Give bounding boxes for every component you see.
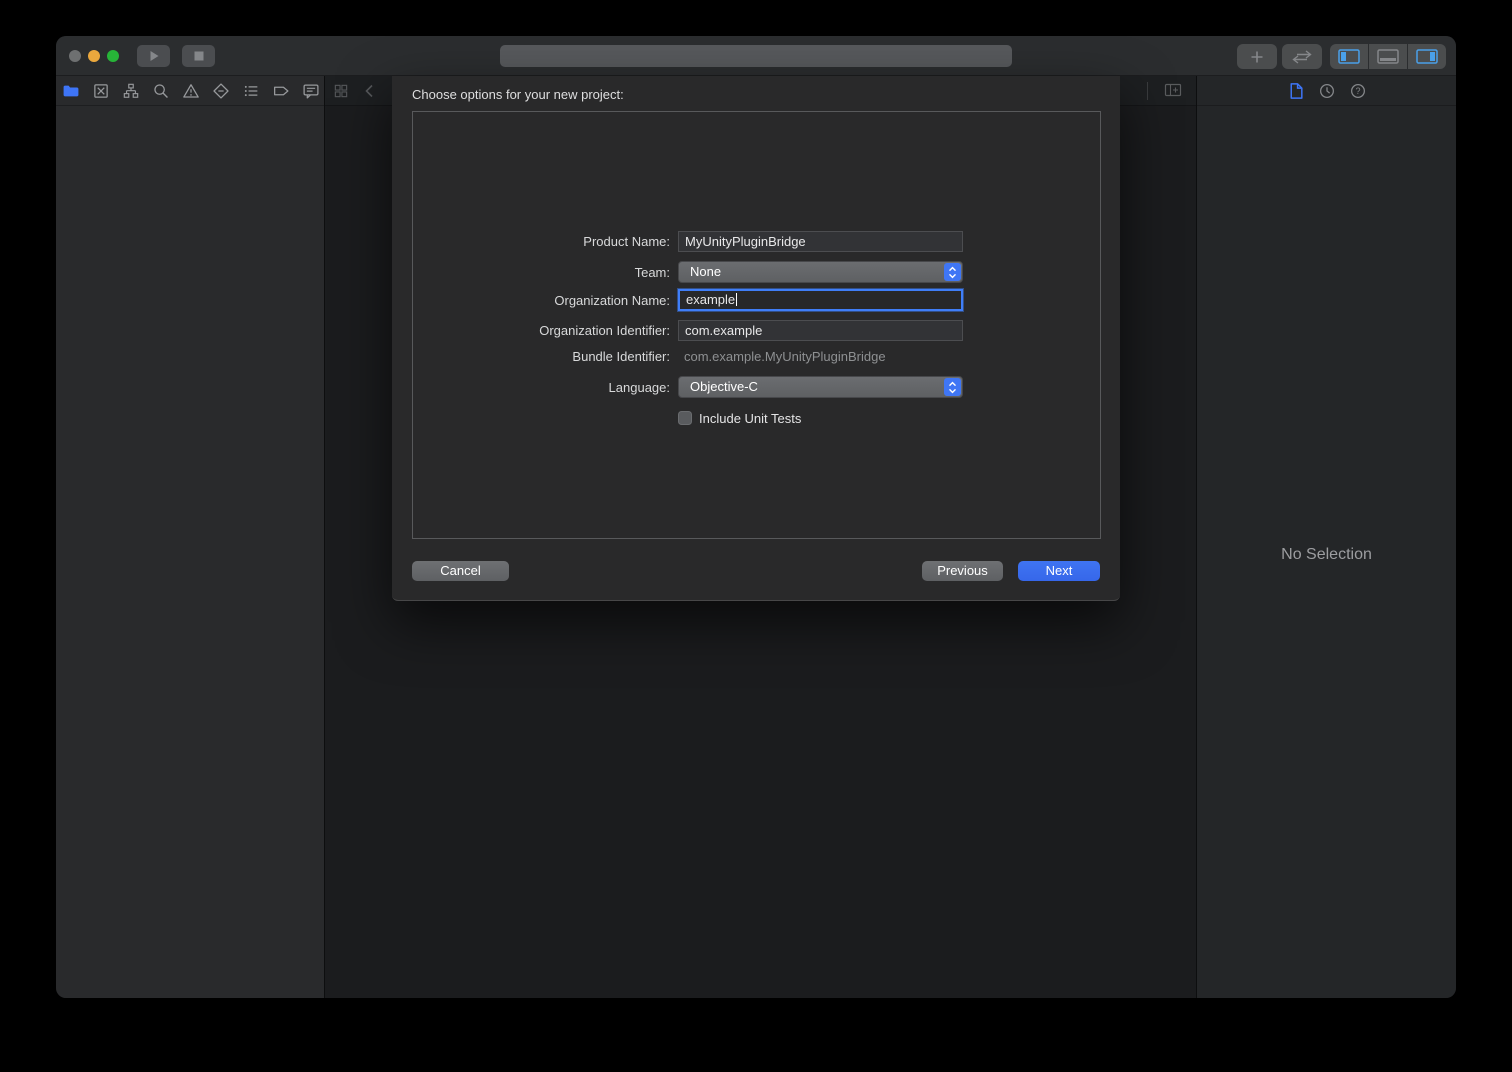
xcode-window: ? No Selection Choose options for your n… (56, 36, 1456, 998)
toggle-left-panel-icon (1338, 49, 1360, 64)
toggle-debug-panel-button[interactable] (1369, 44, 1407, 69)
run-button[interactable] (137, 45, 170, 67)
organization-identifier-field[interactable]: com.example (678, 320, 963, 341)
svg-text:?: ? (1355, 86, 1360, 96)
show-editor-button[interactable] (1282, 44, 1322, 69)
tab-symbol-navigator[interactable] (122, 82, 140, 100)
close-window-button[interactable] (69, 50, 81, 62)
related-items-grid-icon[interactable] (333, 83, 349, 99)
team-dropdown[interactable]: None (678, 261, 963, 283)
product-name-label: Product Name: (392, 234, 670, 249)
toggle-navigator-panel-button[interactable] (1330, 44, 1368, 69)
dropdown-stepper-icon (944, 378, 961, 396)
cancel-button[interactable]: Cancel (412, 561, 509, 581)
source-control-navigator-icon (92, 82, 110, 100)
language-dropdown[interactable]: Objective-C (678, 376, 963, 398)
organization-name-value: example (686, 292, 735, 307)
zoom-window-button[interactable] (107, 50, 119, 62)
run-play-icon (147, 49, 161, 63)
tab-debug-navigator[interactable] (242, 82, 260, 100)
window-titlebar (56, 36, 1456, 76)
tab-find-navigator[interactable] (152, 82, 170, 100)
next-button[interactable]: Next (1018, 561, 1100, 581)
history-inspector-icon[interactable] (1318, 82, 1336, 100)
tab-source-control-navigator[interactable] (92, 82, 110, 100)
inspector-tab-bar: ? (1197, 76, 1456, 106)
minimize-window-button[interactable] (88, 50, 100, 62)
main-area: ? No Selection Choose options for your n… (56, 76, 1456, 998)
tab-report-navigator[interactable] (302, 82, 320, 100)
report-navigator-icon (302, 82, 320, 100)
stop-square-icon (193, 50, 205, 62)
organization-name-field[interactable]: example (678, 289, 963, 311)
bundle-identifier-value: com.example.MyUnityPluginBridge (678, 349, 886, 364)
library-button[interactable] (1237, 44, 1277, 69)
include-unit-tests-label: Include Unit Tests (699, 411, 801, 426)
issue-navigator-icon (182, 82, 200, 100)
tab-breakpoint-navigator[interactable] (272, 82, 290, 100)
dropdown-stepper-icon (944, 263, 961, 281)
window-controls (69, 50, 119, 62)
navigator-panel (56, 76, 325, 998)
product-name-field[interactable]: MyUnityPluginBridge (678, 231, 963, 252)
debug-navigator-icon (242, 82, 260, 100)
team-label: Team: (392, 265, 670, 280)
toggle-right-panel-icon (1416, 49, 1438, 64)
organization-identifier-label: Organization Identifier: (392, 323, 670, 338)
language-selected-value: Objective-C (690, 379, 758, 394)
library-plus-icon (1249, 49, 1265, 65)
file-inspector-icon[interactable] (1287, 82, 1305, 100)
activity-viewer (500, 45, 1012, 67)
breakpoint-navigator-icon (272, 82, 290, 100)
panel-toggle-group (1330, 44, 1446, 69)
add-editor-icon[interactable] (1164, 82, 1182, 98)
text-cursor (736, 293, 737, 306)
project-navigator-folder-icon (62, 82, 80, 100)
include-unit-tests-checkbox[interactable] (678, 411, 692, 425)
tab-test-navigator[interactable] (212, 82, 230, 100)
no-selection-message: No Selection (1197, 546, 1456, 564)
organization-name-label: Organization Name: (392, 293, 670, 308)
quick-help-inspector-icon[interactable]: ? (1349, 82, 1367, 100)
tab-project-navigator[interactable] (62, 82, 80, 100)
language-label: Language: (392, 380, 670, 395)
stop-button[interactable] (182, 45, 215, 67)
bundle-identifier-label: Bundle Identifier: (392, 349, 670, 364)
product-name-value: MyUnityPluginBridge (685, 234, 806, 249)
find-navigator-icon (152, 82, 170, 100)
test-navigator-icon (212, 82, 230, 100)
editor-swap-arrows-icon (1291, 50, 1313, 64)
previous-button[interactable]: Previous (922, 561, 1003, 581)
organization-identifier-value: com.example (685, 323, 762, 338)
navigator-tab-bar (56, 76, 324, 106)
toggle-inspector-panel-button[interactable] (1408, 44, 1446, 69)
new-project-options-dialog: Choose options for your new project: Pro… (392, 76, 1120, 601)
tab-issue-navigator[interactable] (182, 82, 200, 100)
inspector-panel: ? No Selection (1196, 76, 1456, 998)
editor-bar-divider (1147, 82, 1148, 100)
toggle-bottom-panel-icon (1377, 49, 1399, 64)
team-selected-value: None (690, 264, 721, 279)
back-chevron-icon[interactable] (363, 83, 375, 99)
dialog-title: Choose options for your new project: (412, 87, 624, 102)
symbol-navigator-icon (122, 82, 140, 100)
